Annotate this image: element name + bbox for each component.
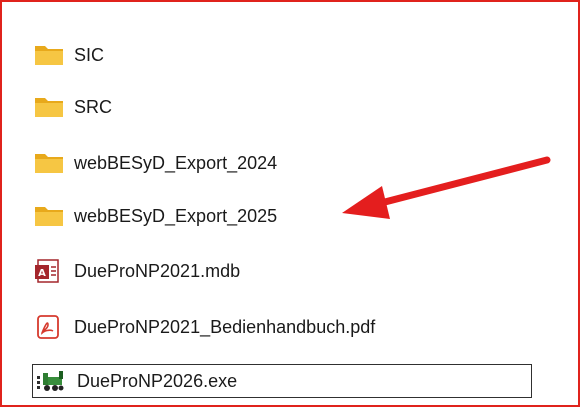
item-name: DueProNP2021.mdb: [74, 261, 241, 281]
access-database-icon: A: [32, 257, 66, 285]
item-name: SRC: [74, 97, 113, 117]
folder-icon: [32, 41, 66, 69]
list-item-folder-sic[interactable]: SIC: [32, 38, 104, 72]
item-name: webBESyD_Export_2024: [74, 153, 278, 173]
item-name: DueProNP2021_Bedienhandbuch.pdf: [74, 317, 376, 337]
folder-icon: [32, 149, 66, 177]
folder-icon: [32, 93, 66, 121]
svg-text:A: A: [38, 268, 46, 279]
list-item-file-exe[interactable]: DueProNP2026.exe: [32, 364, 532, 398]
pdf-icon: [32, 313, 66, 341]
screenshot-frame: SIC SRC webBESyD_Export_2024 webBESyD_Ex…: [0, 0, 580, 407]
item-name: DueProNP2026.exe: [77, 371, 238, 391]
file-list: SIC SRC webBESyD_Export_2024 webBESyD_Ex…: [2, 2, 578, 405]
item-name: SIC: [74, 45, 105, 65]
list-item-folder-src[interactable]: SRC: [32, 90, 112, 124]
item-name: webBESyD_Export_2025: [74, 206, 278, 226]
list-item-file-mdb[interactable]: A DueProNP2021.mdb: [32, 254, 240, 288]
application-icon: [35, 367, 69, 395]
list-item-folder-export-2025[interactable]: webBESyD_Export_2025: [32, 199, 277, 233]
folder-icon: [32, 202, 66, 230]
list-item-folder-export-2024[interactable]: webBESyD_Export_2024: [32, 146, 277, 180]
list-item-file-pdf[interactable]: DueProNP2021_Bedienhandbuch.pdf: [32, 310, 375, 344]
